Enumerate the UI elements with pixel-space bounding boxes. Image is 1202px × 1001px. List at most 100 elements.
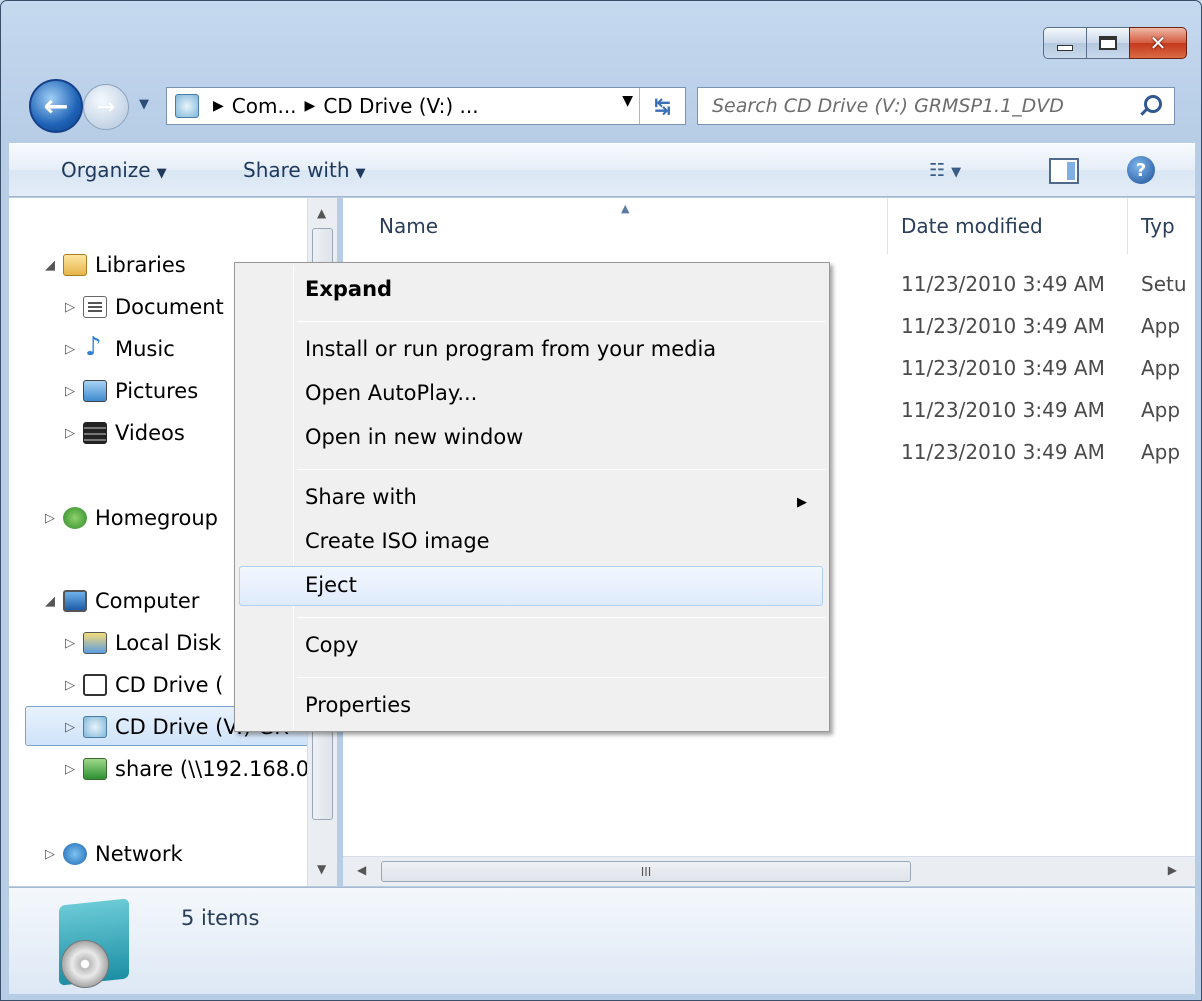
collapsed-icon[interactable]: ▷ — [45, 511, 59, 526]
organize-button[interactable]: Organize ▼ — [61, 158, 167, 182]
tree-label: Network — [95, 842, 183, 866]
menu-item-new-window[interactable]: Open in new window — [305, 425, 523, 449]
caption-buttons: ✕ — [1043, 27, 1187, 59]
cd-drive-icon — [83, 674, 107, 696]
table-row[interactable]: 11/23/2010 3:49 AM Setu — [901, 272, 1187, 296]
tree-label: Local Disk — [115, 631, 222, 655]
tree-item-documents[interactable]: ▷ Document — [65, 290, 224, 324]
breadcrumb-computer[interactable]: Com... — [232, 94, 297, 118]
tree-label: Pictures — [115, 379, 199, 403]
tree-item-libraries[interactable]: ◢ Libraries — [45, 248, 186, 282]
preview-pane-icon[interactable] — [1049, 158, 1079, 184]
address-dropdown-icon[interactable]: ▼ — [622, 93, 633, 109]
local-disk-icon — [83, 632, 107, 654]
chevron-down-icon: ▼ — [156, 166, 167, 181]
collapsed-icon[interactable]: ▷ — [45, 847, 59, 862]
close-button[interactable]: ✕ — [1129, 27, 1187, 59]
tree-item-homegroup[interactable]: ▷ Homegroup — [45, 501, 218, 535]
cd-drive-icon — [83, 716, 107, 738]
search-box[interactable]: Search CD Drive (V:) GRMSP1.1_DVD — [697, 87, 1175, 125]
table-row[interactable]: 11/23/2010 3:49 AM App — [901, 398, 1180, 422]
documents-icon — [83, 296, 107, 318]
maximize-button[interactable] — [1086, 27, 1130, 59]
recent-pages-dropdown[interactable]: ▼ — [139, 97, 149, 112]
computer-icon — [63, 590, 87, 612]
column-divider[interactable] — [1127, 198, 1128, 254]
videos-icon — [83, 422, 107, 444]
collapsed-icon[interactable]: ▷ — [65, 342, 79, 357]
change-view-button[interactable]: ☷ ▼ — [929, 160, 961, 181]
menu-item-copy[interactable]: Copy — [305, 633, 358, 657]
search-placeholder: Search CD Drive (V:) GRMSP1.1_DVD — [712, 95, 1064, 117]
menu-gutter — [293, 265, 294, 729]
column-name[interactable]: Name — [379, 214, 438, 238]
table-row[interactable]: 11/23/2010 3:49 AM App — [901, 356, 1180, 380]
tree-item-computer[interactable]: ◢ Computer — [45, 584, 199, 618]
menu-item-create-iso[interactable]: Create ISO image — [305, 529, 490, 553]
type-cell: App — [1141, 356, 1181, 380]
refresh-button[interactable]: ↹ — [639, 88, 685, 124]
tree-label: Homegroup — [95, 506, 219, 530]
scroll-right-icon[interactable]: ▶ — [1168, 863, 1177, 877]
tree-item-music[interactable]: ▷ Music — [65, 332, 175, 366]
column-date-modified[interactable]: Date modified — [901, 214, 1043, 238]
chevron-down-icon: ▼ — [951, 165, 962, 180]
breadcrumb-separator-icon[interactable]: ▶ — [213, 98, 224, 114]
view-details-icon: ☷ — [929, 160, 946, 181]
expanded-icon[interactable]: ◢ — [45, 258, 59, 273]
forward-button[interactable]: → — [83, 84, 129, 130]
network-icon — [63, 843, 87, 865]
tree-item-cd-drive[interactable]: ▷ CD Drive ( — [65, 668, 223, 702]
horizontal-scrollbar[interactable]: ◀ III ▶ — [343, 856, 1195, 886]
tree-item-videos[interactable]: ▷ Videos — [65, 416, 185, 450]
date-cell: 11/23/2010 3:49 AM — [901, 356, 1105, 380]
organize-label: Organize — [61, 158, 151, 182]
collapsed-icon[interactable]: ▷ — [65, 426, 79, 441]
minimize-button[interactable] — [1043, 27, 1087, 59]
details-pane: 5 items — [9, 887, 1195, 994]
table-row[interactable]: 11/23/2010 3:49 AM App — [901, 440, 1180, 464]
tree-item-pictures[interactable]: ▷ Pictures — [65, 374, 198, 408]
minimize-icon — [1057, 45, 1073, 51]
tree-item-share[interactable]: ▷ share (\\192.168.0 — [65, 752, 309, 786]
arrow-right-icon: → — [96, 94, 116, 120]
arrow-left-icon: ← — [43, 88, 69, 124]
back-button[interactable]: ← — [29, 79, 83, 133]
address-bar[interactable]: ▶ Com... ▶ CD Drive (V:) ... ▼ ↹ — [166, 87, 686, 125]
collapsed-icon[interactable]: ▷ — [65, 636, 79, 651]
collapsed-icon[interactable]: ▷ — [65, 678, 79, 693]
libraries-icon — [63, 254, 87, 276]
menu-item-share-with[interactable]: Share with — [305, 485, 417, 509]
collapsed-icon[interactable]: ▷ — [65, 384, 79, 399]
menu-item-properties[interactable]: Properties — [305, 693, 411, 717]
tree-item-network[interactable]: ▷ Network — [45, 837, 183, 871]
network-drive-icon — [83, 758, 107, 780]
search-icon[interactable] — [1144, 95, 1162, 113]
explorer-window: ✕ ← → ▼ ▶ Com... ▶ CD Drive (V:) ... ▼ ↹… — [0, 0, 1202, 1001]
menu-item-install[interactable]: Install or run program from your media — [305, 337, 716, 361]
close-icon: ✕ — [1149, 31, 1167, 55]
date-cell: 11/23/2010 3:49 AM — [901, 398, 1105, 422]
breadcrumb-cd-drive[interactable]: CD Drive (V:) ... — [323, 94, 478, 118]
tree-label: Libraries — [95, 253, 186, 277]
menu-item-autoplay[interactable]: Open AutoPlay... — [305, 381, 477, 405]
scrollbar-thumb[interactable]: III — [381, 861, 911, 882]
refresh-icon: ↹ — [654, 94, 671, 118]
scroll-left-icon[interactable]: ◀ — [357, 863, 366, 877]
help-icon[interactable]: ? — [1127, 156, 1155, 184]
scroll-up-icon[interactable]: ▲ — [317, 206, 326, 220]
collapsed-icon[interactable]: ▷ — [65, 720, 79, 735]
tree-label: CD Drive ( — [115, 673, 224, 697]
share-with-button[interactable]: Share with ▼ — [243, 158, 366, 182]
table-row[interactable]: 11/23/2010 3:49 AM App — [901, 314, 1180, 338]
collapsed-icon[interactable]: ▷ — [65, 300, 79, 315]
column-divider[interactable] — [887, 198, 888, 254]
breadcrumb-separator-icon[interactable]: ▶ — [305, 98, 316, 114]
scroll-down-icon[interactable]: ▼ — [317, 862, 326, 876]
menu-item-expand[interactable]: Expand — [305, 277, 392, 301]
collapsed-icon[interactable]: ▷ — [65, 762, 79, 777]
menu-item-eject[interactable]: Eject — [305, 573, 357, 597]
expanded-icon[interactable]: ◢ — [45, 594, 59, 609]
tree-item-local-disk[interactable]: ▷ Local Disk — [65, 626, 221, 660]
column-type[interactable]: Typ — [1141, 214, 1175, 238]
